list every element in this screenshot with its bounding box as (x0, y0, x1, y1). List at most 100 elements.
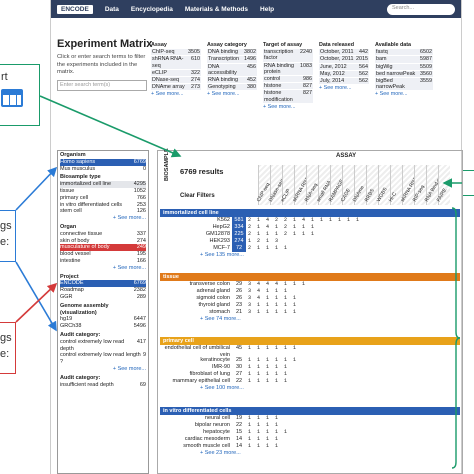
facet-row[interactable]: bed narrowPeak 3560 (375, 70, 433, 78)
see-more-link[interactable]: + See more... (60, 215, 146, 222)
facet-row[interactable]: blood vessel 195 (60, 251, 146, 258)
facet-row[interactable]: intestine 166 (60, 258, 146, 265)
facet-row[interactable]: DNase-seq 274 (151, 77, 201, 84)
group-primary-cell: primary cell endothelial cell of umbilic… (160, 337, 460, 391)
facet-row[interactable]: connective tissue 337 (60, 231, 146, 238)
see-more-link[interactable]: + See 100 more... (160, 385, 460, 391)
callout-start-text: rt (1, 71, 8, 83)
facet-row[interactable]: fastq 6502 (375, 49, 433, 56)
facet-row[interactable]: bigWig 5509 (375, 63, 433, 70)
brand-logo[interactable]: ENCODE (57, 4, 93, 14)
group-band[interactable]: primary cell (160, 337, 460, 345)
facet-title: Biosample type (60, 174, 101, 181)
see-more-link[interactable]: + See 135 more... (160, 252, 460, 258)
page-intro: Click or enter search terms to filter th… (57, 54, 146, 75)
nav-encyclopedia[interactable]: Encyclopedia (131, 6, 173, 13)
matrix-row[interactable]: HepG2 334 2 1 4 1 2 1 1 1 (160, 224, 460, 231)
matrix-row[interactable]: K562 581 2 1 4 2 2 1 4 1 1 1 1 1 1 (160, 217, 460, 224)
matrix-row[interactable]: endothelial cell of umbilical vein 45 1 1 … (160, 345, 460, 358)
matrix-row[interactable]: cardiac mesoderm 14 1 1 1 1 (160, 436, 460, 443)
facet-row-selected[interactable]: Homo sapiens 6769 (60, 158, 146, 166)
see-more-link[interactable]: + See more... (151, 91, 201, 97)
facet-row[interactable]: control extremely low read depth 417 (60, 339, 146, 353)
facet-row[interactable]: skin of body 274 (60, 238, 146, 245)
matrix-row[interactable]: thyroid gland 23 3 1 1 1 1 1 (160, 302, 460, 309)
matrix-row[interactable]: stomach 21 3 1 1 1 1 1 (160, 309, 460, 316)
facet-row[interactable]: June, 2012 564 (319, 63, 369, 70)
search-input[interactable]: Search... (387, 3, 455, 15)
matrix-row[interactable]: fibroblast of lung 27 1 1 1 1 1 (160, 371, 460, 378)
matrix-row[interactable]: MCF-7 72 2 1 1 1 1 (160, 245, 460, 252)
nav-help[interactable]: Help (260, 6, 274, 13)
facet-row[interactable]: ChIP-seq 3505 (151, 49, 201, 56)
facet-row[interactable]: May, 2012 562 (319, 70, 369, 78)
facet-row[interactable]: October, 2011 442 (319, 49, 369, 56)
see-more-link[interactable]: + See more... (207, 91, 257, 97)
matrix-row[interactable]: GM12878 225 2 1 1 1 2 1 1 1 (160, 231, 460, 238)
group-band[interactable]: immortalized cell line (160, 209, 460, 217)
matrix-row[interactable]: sigmoid colon 26 3 4 1 1 1 1 (160, 295, 460, 302)
see-more-link[interactable]: + See more... (319, 85, 369, 91)
group-band[interactable]: in vitro differentiated cells (160, 407, 460, 415)
assay-column-header[interactable]: FAIRE (436, 165, 450, 205)
facet-row[interactable]: bigBed narrowPeak 3559 (375, 78, 433, 91)
matrix-row[interactable]: neural cell 19 1 1 1 1 (160, 415, 460, 422)
matrix-row[interactable]: hepatocyte 15 1 1 1 1 1 (160, 429, 460, 436)
left-facet-panel: Organism Homo sapiens 6769 Mus musculus 0 … (57, 150, 149, 474)
facet-row[interactable]: eCLIP 322 (151, 69, 201, 77)
facet-row[interactable]: control extremely low read length ? 9 (60, 352, 146, 366)
facet-row-selected[interactable]: musculature of body 249 (60, 244, 146, 252)
facet-row[interactable]: Mus musculus 0 (60, 166, 146, 173)
matrix-row[interactable]: smooth muscle cell 14 1 1 1 1 (160, 443, 460, 450)
facet-row[interactable]: stem cell 126 (60, 208, 146, 215)
facet-row-selected[interactable]: ENCODE 6769 (60, 280, 146, 288)
group-in-vitro: in vitro differentiated cells neural cel… (160, 407, 460, 456)
see-more-link[interactable]: + See 23 more... (160, 450, 460, 456)
nav-data[interactable]: Data (105, 6, 119, 13)
facet-row[interactable]: insufficient read depth 69 (60, 382, 146, 389)
facet-audit-2: Audit category: insufficient read depth 6… (58, 374, 148, 390)
facet-row[interactable]: shRNA RNA-seq 610 (151, 56, 201, 69)
facet-row[interactable]: Genotyping 380 (207, 84, 257, 91)
nav-materials[interactable]: Materials & Methods (185, 6, 248, 13)
facet-row[interactable]: transcription factor 2240 (263, 49, 313, 62)
facet-row[interactable]: GGR 289 (60, 294, 146, 301)
facet-row[interactable]: July, 2014 562 (319, 78, 369, 85)
facet-row[interactable]: RNA binding 452 (207, 77, 257, 84)
group-band[interactable]: tissue (160, 273, 460, 281)
facet-row[interactable]: RNA binding protein 1083 (263, 62, 313, 76)
assay-column-label: CAGE (339, 187, 353, 203)
facet-row[interactable]: control 986 (263, 76, 313, 83)
facet-row[interactable]: tissue 1052 (60, 188, 146, 195)
facet-row[interactable]: histone modification 827 (263, 90, 313, 103)
facet-row[interactable]: DNA accessibility 456 (207, 63, 257, 77)
see-more-link[interactable]: + See more... (263, 104, 313, 110)
matrix-row[interactable]: IMR-90 30 1 1 1 1 1 (160, 364, 460, 371)
facet-row[interactable]: histone 827 (263, 83, 313, 90)
matrix-row[interactable]: mammary epithelial cell 22 1 1 1 1 1 (160, 378, 460, 385)
matrix-row[interactable]: transverse colon 29 3 4 4 4 1 1 1 (160, 281, 460, 288)
facet-title: Audit category: (60, 331, 101, 338)
facet-row[interactable]: Transcription 1496 (207, 56, 257, 63)
facet-row[interactable]: DNA binding 3802 (207, 49, 257, 56)
see-more-link[interactable]: + See more... (375, 91, 433, 97)
matrix-row[interactable]: HEK293 274 1 2 1 3 (160, 238, 460, 245)
facet-row[interactable]: October, 2011 2015 (319, 56, 369, 63)
facet-row[interactable]: Roadmap 2382 (60, 287, 146, 294)
see-more-link[interactable]: + See 74 more... (160, 316, 460, 322)
see-more-link[interactable]: + See more... (60, 366, 146, 373)
facet-organ: Organ connective tissue 337 skin of body 2… (58, 223, 148, 273)
term-search-input[interactable]: Enter search term(s) (57, 80, 147, 91)
see-more-link[interactable]: + See more... (60, 265, 146, 272)
matrix-row[interactable]: bipolar neuron 22 1 1 1 1 (160, 422, 460, 429)
facet-row[interactable]: hg19 6447 (60, 316, 146, 323)
matrix-row[interactable]: keratinocyte 25 1 1 1 1 1 1 (160, 357, 460, 364)
facet-row[interactable]: in vitro differentiated cells 253 (60, 202, 146, 209)
facet-row[interactable]: primary cell 766 (60, 195, 146, 202)
facet-row[interactable]: bam 5987 (375, 56, 433, 63)
facet-row[interactable]: DNAme array 273 (151, 84, 201, 91)
facet-row[interactable]: GRCh38 5496 (60, 323, 146, 330)
matrix-row[interactable]: adrenal gland 26 3 4 1 1 1 (160, 288, 460, 295)
facet-row[interactable]: immortalized cell line 4295 (60, 181, 146, 188)
clear-filters-button[interactable]: Clear Filters (180, 193, 215, 199)
